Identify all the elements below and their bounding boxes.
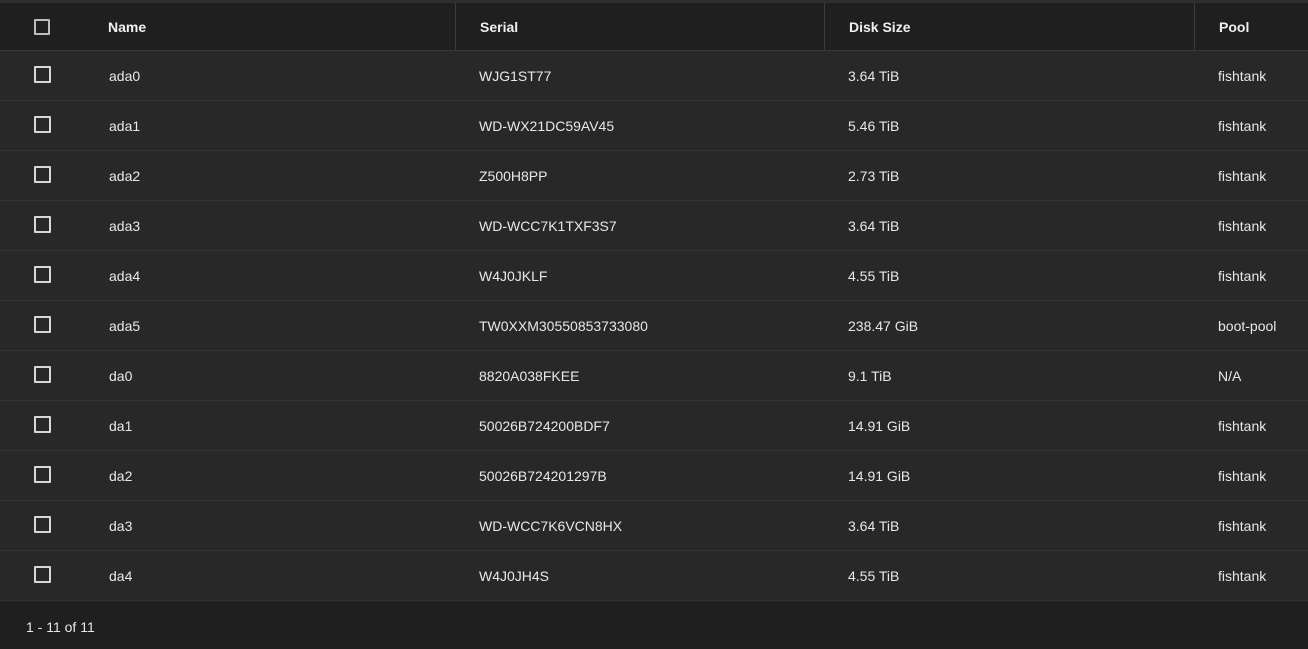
row-select-cell <box>0 115 82 136</box>
pagination-range: 1 - 11 of 11 <box>26 619 95 635</box>
disk-size: 4.55 TiB <box>848 567 900 584</box>
disk-pool: fishtank <box>1218 467 1267 484</box>
disk-serial: WD-WCC7K1TXF3S7 <box>479 217 617 234</box>
column-header-name[interactable]: Name <box>82 3 455 50</box>
disk-name: ada0 <box>109 67 141 84</box>
table-row[interactable]: ada0 WJG1ST77 3.64 TiB fishtank <box>0 51 1308 101</box>
row-select-cell <box>0 315 82 336</box>
disk-size: 9.1 TiB <box>848 367 892 384</box>
table-row[interactable]: ada5 TW0XXM30550853733080 238.47 GiB boot-p… <box>0 301 1308 351</box>
disk-name: da1 <box>109 417 133 434</box>
disk-pool: fishtank <box>1218 567 1267 584</box>
row-checkbox[interactable] <box>34 515 51 533</box>
table-header: Name Serial Disk Size Pool <box>0 3 1308 51</box>
disk-size: 2.73 TiB <box>848 167 900 184</box>
table-row[interactable]: da1 50026B724200BDF7 14.91 GiB fishtank <box>0 401 1308 451</box>
disk-size: 238.47 GiB <box>848 317 919 334</box>
disk-size: 14.91 GiB <box>848 467 911 484</box>
disk-serial: WD-WX21DC59AV45 <box>479 117 615 134</box>
disk-name: ada1 <box>109 117 141 134</box>
row-checkbox[interactable] <box>34 115 51 133</box>
table-row[interactable]: ada4 W4J0JKLF 4.55 TiB fishtank <box>0 251 1308 301</box>
disk-pool: fishtank <box>1218 267 1267 284</box>
row-select-cell <box>0 265 82 286</box>
header-select-cell <box>0 3 82 50</box>
disk-serial: WJG1ST77 <box>479 67 552 84</box>
disk-name: da0 <box>109 367 133 384</box>
select-all-checkbox[interactable] <box>34 18 50 35</box>
disk-serial: 8820A038FKEE <box>479 367 580 384</box>
disk-pool: fishtank <box>1218 417 1267 434</box>
disk-size: 5.46 TiB <box>848 117 900 134</box>
row-select-cell <box>0 515 82 536</box>
disk-serial: W4J0JKLF <box>479 267 548 284</box>
row-checkbox[interactable] <box>34 415 51 433</box>
row-select-cell <box>0 415 82 436</box>
disk-name: da4 <box>109 567 133 584</box>
disk-pool: fishtank <box>1218 517 1267 534</box>
disk-size: 4.55 TiB <box>848 267 900 284</box>
row-checkbox[interactable] <box>34 565 51 583</box>
disk-serial: 50026B724201297B <box>479 467 607 484</box>
disk-name: ada4 <box>109 267 141 284</box>
table-row[interactable]: da2 50026B724201297B 14.91 GiB fishtank <box>0 451 1308 501</box>
row-checkbox[interactable] <box>34 315 51 333</box>
table-row[interactable]: da4 W4J0JH4S 4.55 TiB fishtank <box>0 551 1308 601</box>
disk-size: 14.91 GiB <box>848 417 911 434</box>
disk-pool: boot-pool <box>1218 317 1277 334</box>
row-select-cell <box>0 565 82 586</box>
column-header-serial[interactable]: Serial <box>455 3 824 50</box>
disk-serial: W4J0JH4S <box>479 567 550 584</box>
column-header-pool[interactable]: Pool <box>1194 3 1308 50</box>
row-checkbox[interactable] <box>34 215 51 233</box>
column-header-disk-size[interactable]: Disk Size <box>824 3 1194 50</box>
disk-size: 3.64 TiB <box>848 67 900 84</box>
table-body: ada0 WJG1ST77 3.64 TiB fishtank ada1 WD-WX21D… <box>0 51 1308 601</box>
disk-pool: N/A <box>1218 367 1242 384</box>
table-row[interactable]: ada3 WD-WCC7K1TXF3S7 3.64 TiB fishtank <box>0 201 1308 251</box>
row-select-cell <box>0 365 82 386</box>
disk-name: ada2 <box>109 167 141 184</box>
disk-serial: TW0XXM30550853733080 <box>479 317 648 334</box>
disk-pool: fishtank <box>1218 217 1267 234</box>
disk-serial: Z500H8PP <box>479 167 548 184</box>
table-row[interactable]: ada2 Z500H8PP 2.73 TiB fishtank <box>0 151 1308 201</box>
disk-pool: fishtank <box>1218 67 1267 84</box>
disks-table: Name Serial Disk Size Pool ada0 WJG1ST77 3… <box>0 0 1308 649</box>
disk-name: ada3 <box>109 217 141 234</box>
disk-name: da2 <box>109 467 133 484</box>
row-checkbox[interactable] <box>34 365 51 383</box>
disk-size: 3.64 TiB <box>848 517 900 534</box>
row-checkbox[interactable] <box>34 65 51 83</box>
disk-serial: 50026B724200BDF7 <box>479 417 610 434</box>
disk-name: ada5 <box>109 317 141 334</box>
table-row[interactable]: da3 WD-WCC7K6VCN8HX 3.64 TiB fishtank <box>0 501 1308 551</box>
row-checkbox[interactable] <box>34 165 51 183</box>
row-select-cell <box>0 65 82 86</box>
row-checkbox[interactable] <box>34 465 51 483</box>
disk-serial: WD-WCC7K6VCN8HX <box>479 517 623 534</box>
disk-name: da3 <box>109 517 133 534</box>
row-checkbox[interactable] <box>34 265 51 283</box>
disk-pool: fishtank <box>1218 167 1267 184</box>
table-row[interactable]: ada1 WD-WX21DC59AV45 5.46 TiB fishtank <box>0 101 1308 151</box>
row-select-cell <box>0 215 82 236</box>
disk-size: 3.64 TiB <box>848 217 900 234</box>
row-select-cell <box>0 465 82 486</box>
table-footer: 1 - 11 of 11 <box>0 602 1308 649</box>
disk-pool: fishtank <box>1218 117 1267 134</box>
row-select-cell <box>0 165 82 186</box>
table-row[interactable]: da0 8820A038FKEE 9.1 TiB N/A <box>0 351 1308 401</box>
